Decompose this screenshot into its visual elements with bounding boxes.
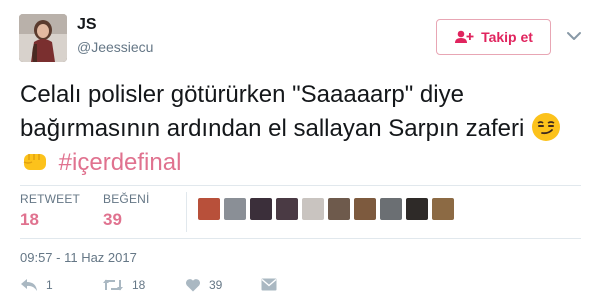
- liker-avatar[interactable]: [406, 198, 428, 220]
- hashtag-link[interactable]: #içerdefinal: [59, 149, 182, 176]
- tweet-text: Celalı polisler götürürken "Saaaaarp" di…: [20, 78, 570, 180]
- reply-icon: [21, 279, 37, 291]
- divider: [20, 185, 581, 186]
- avatar[interactable]: [19, 14, 67, 62]
- retweet-action[interactable]: 18: [102, 278, 145, 292]
- chevron-down-icon[interactable]: [566, 30, 582, 42]
- liker-avatar[interactable]: [328, 198, 350, 220]
- like-stat-count: 39: [103, 210, 122, 229]
- reply-count: 1: [46, 278, 53, 292]
- liker-avatar[interactable]: [432, 198, 454, 220]
- smirking-face-icon: [531, 113, 560, 141]
- avatar-image: [19, 14, 67, 62]
- liker-avatar[interactable]: [224, 198, 246, 220]
- stat-separator: [186, 192, 187, 232]
- message-action[interactable]: [261, 278, 277, 291]
- like-count: 39: [209, 278, 223, 292]
- add-user-icon: [455, 30, 474, 43]
- follow-button[interactable]: Takip et: [436, 19, 551, 55]
- liker-avatar[interactable]: [250, 198, 272, 220]
- liker-avatars: [198, 198, 454, 220]
- retweet-stat-label: RETWEET: [20, 192, 81, 206]
- tweet-body: Celalı polisler götürürken "Saaaaarp" di…: [20, 81, 525, 142]
- retweet-count: 18: [132, 278, 146, 292]
- liker-avatar[interactable]: [198, 198, 220, 220]
- retweet-stat[interactable]: RETWEET 18: [20, 192, 80, 230]
- retweet-stat-count: 18: [20, 210, 39, 229]
- retweet-icon: [103, 279, 123, 291]
- liker-avatar[interactable]: [276, 198, 298, 220]
- reply-action[interactable]: 1: [20, 278, 53, 292]
- liker-avatar[interactable]: [302, 198, 324, 220]
- display-name[interactable]: JS: [77, 16, 97, 34]
- divider: [20, 238, 581, 239]
- like-action[interactable]: 39: [185, 278, 222, 292]
- envelope-icon: [261, 278, 277, 291]
- like-stat-label: BEĞENİ: [103, 192, 150, 206]
- follow-button-label: Takip et: [481, 29, 533, 45]
- heart-icon: [185, 279, 201, 292]
- fisted-hand-icon: [23, 154, 46, 170]
- liker-avatar[interactable]: [380, 198, 402, 220]
- user-handle[interactable]: @Jeessiecu: [77, 39, 153, 55]
- tweet-timestamp[interactable]: 09:57 - 11 Haz 2017: [20, 250, 137, 265]
- like-stat[interactable]: BEĞENİ 39: [103, 192, 150, 230]
- liker-avatar[interactable]: [354, 198, 376, 220]
